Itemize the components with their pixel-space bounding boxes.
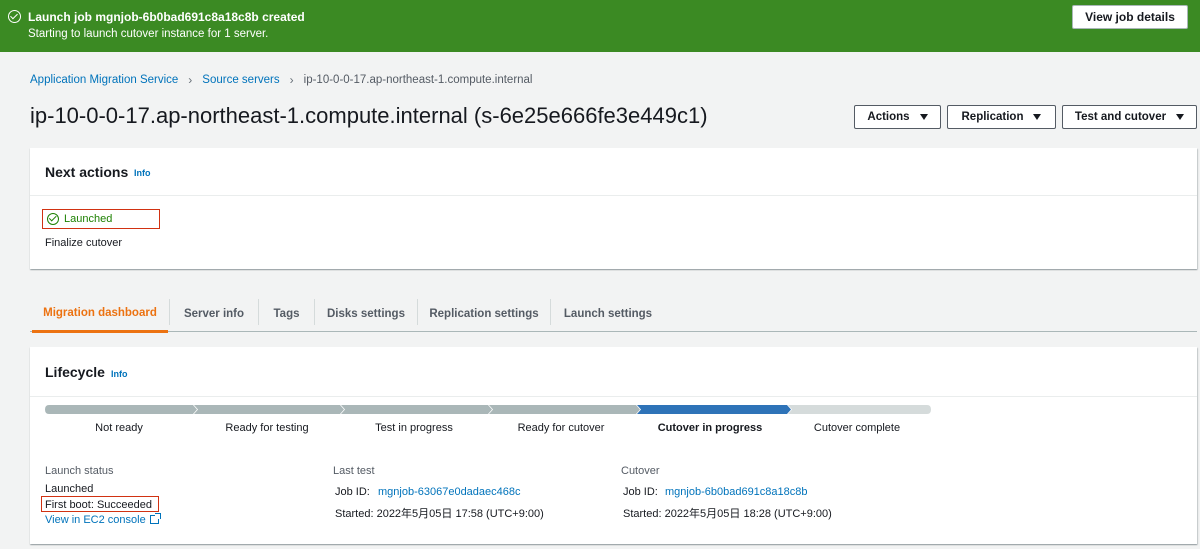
actions-button-label: Actions (867, 111, 910, 123)
first-boot-status: First boot: Succeeded (45, 499, 153, 511)
view-job-details-button[interactable]: View job details (1072, 5, 1188, 29)
stage-label-cutover-in-progress: Cutover in progress (657, 422, 763, 434)
flash-title: Launch job mgnjob-6b0bad691c8a18c8b crea… (28, 10, 305, 24)
next-actions-panel: Next actions Info Launched Finalize cuto… (30, 148, 1197, 269)
replication-button-label: Replication (961, 111, 1024, 123)
tab-server-info[interactable]: Server info (170, 296, 258, 332)
last-test-label: Last test (333, 465, 375, 477)
external-link-icon (149, 513, 161, 524)
last-test-started: Started: 2022年5月05日 17:58 (UTC+9:00) (335, 508, 544, 520)
finalize-cutover-text: Finalize cutover (45, 237, 123, 249)
tab-replication-settings[interactable]: Replication settings (418, 296, 550, 332)
breadcrumb-source-servers[interactable]: Source servers (202, 74, 279, 86)
tab-launch-settings[interactable]: Launch settings (551, 296, 665, 332)
stage-label-not-ready: Not ready (95, 422, 143, 434)
last-test-job-id-label: Job ID: (335, 486, 370, 498)
test-and-cutover-button[interactable]: Test and cutover (1062, 105, 1197, 129)
chevron-right-icon: › (188, 73, 193, 87)
launched-status-label: Launched (64, 213, 113, 225)
chevron-right-icon: › (289, 73, 294, 87)
tab-disks-settings[interactable]: Disks settings (315, 296, 417, 332)
stage-label-ready-for-testing: Ready for testing (225, 422, 309, 434)
cutover-started: Started: 2022年5月05日 18:28 (UTC+9:00) (623, 508, 832, 520)
tab-tags[interactable]: Tags (259, 296, 314, 332)
launched-status: Launched (42, 209, 160, 229)
launch-status-label: Launch status (45, 465, 114, 477)
breadcrumb: Application Migration Service › Source s… (30, 73, 533, 87)
next-actions-header: Next actions Info (30, 148, 1197, 196)
cutover-job-id-label: Job ID: (623, 486, 658, 498)
lifecycle-info-link[interactable]: Info (111, 369, 128, 379)
lifecycle-progress (45, 405, 931, 414)
check-circle-icon (47, 213, 59, 225)
last-test-job-id-link[interactable]: mgnjob-63067e0dadaec468c (378, 486, 521, 498)
next-actions-info-link[interactable]: Info (134, 168, 151, 178)
check-circle-icon (8, 10, 21, 23)
breadcrumb-current: ip-10-0-0-17.ap-northeast-1.compute.inte… (303, 74, 533, 86)
breadcrumb-application-migration-service[interactable]: Application Migration Service (30, 74, 178, 86)
stage-bar-not-ready (45, 405, 197, 414)
actions-button[interactable]: Actions (854, 105, 941, 129)
stage-bar-cutover-in-progress (637, 405, 791, 414)
view-in-ec2-console-link[interactable]: View in EC2 console (45, 513, 161, 526)
stage-label-test-in-progress: Test in progress (375, 422, 453, 434)
stage-bar-ready-for-testing (194, 405, 344, 414)
cutover-label: Cutover (621, 465, 660, 477)
lifecycle-title: Lifecycle (45, 364, 105, 380)
cutover-job-id-link[interactable]: mgnjob-6b0bad691c8a18c8b (665, 486, 808, 498)
launch-status-value: Launched (45, 483, 94, 495)
tab-bar: Migration dashboard Server info Tags Dis… (30, 296, 1197, 333)
stage-bar-test-in-progress (341, 405, 492, 414)
stage-bar-ready-for-cutover (489, 405, 640, 414)
next-actions-title: Next actions (45, 164, 129, 180)
tab-migration-dashboard[interactable]: Migration dashboard (32, 296, 168, 333)
stage-bar-cutover-complete (788, 405, 931, 414)
caret-down-icon (919, 114, 928, 120)
caret-down-icon (1176, 114, 1185, 120)
success-flashbar: Launch job mgnjob-6b0bad691c8a18c8b crea… (0, 0, 1200, 52)
stage-label-cutover-complete: Cutover complete (813, 422, 901, 434)
replication-button[interactable]: Replication (947, 105, 1056, 129)
page-title: ip-10-0-0-17.ap-northeast-1.compute.inte… (30, 103, 708, 128)
lifecycle-header: Lifecycle Info (30, 347, 1197, 397)
caret-down-icon (1033, 114, 1042, 120)
lifecycle-progress-svg (45, 405, 931, 414)
test-and-cutover-button-label: Test and cutover (1074, 111, 1167, 123)
flash-message: Starting to launch cutover instance for … (28, 28, 269, 40)
view-in-ec2-console-label: View in EC2 console (45, 514, 146, 526)
stage-label-ready-for-cutover: Ready for cutover (517, 422, 605, 434)
lifecycle-panel: Lifecycle Info Not ready Ready for testi… (30, 347, 1197, 544)
